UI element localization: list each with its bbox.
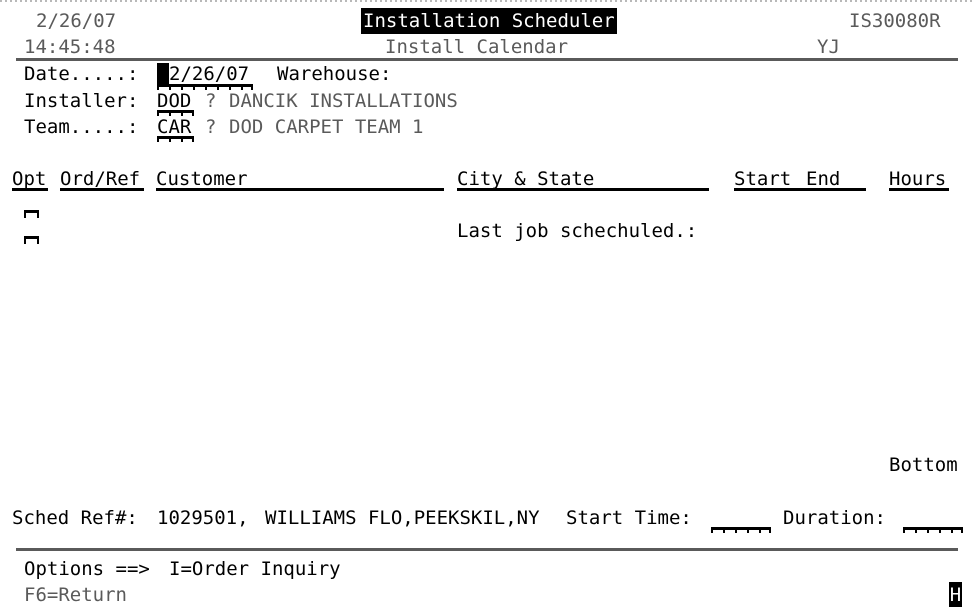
column-header-opt-underline [12,188,48,191]
text-cursor [157,63,169,84]
start-time-cells [711,527,771,533]
list-position-indicator: Bottom [889,454,958,476]
opt-input-row-1[interactable] [24,210,39,218]
function-keys[interactable]: F6=Return [24,582,127,608]
duration-cells [903,527,963,533]
last-job-message: Last job schechuled.: [457,220,698,242]
team-description: DOD CARPET TEAM 1 [229,116,424,138]
options-text[interactable]: I=Order Inquiry [169,556,341,582]
opt-input-row-2[interactable] [24,236,39,244]
window-top-border [0,0,974,2]
keyboard-status-indicator: H [949,582,962,607]
page-title: Installation Scheduler [361,8,617,34]
page-subtitle: Install Calendar [385,36,569,58]
header-separator [16,58,958,61]
sched-customer: WILLIAMS FLO,PEEKSKIL,NY [265,507,540,529]
sched-ref-value: 1029501, [157,507,249,529]
installer-label: Installer: [24,90,139,112]
installer-help-icon[interactable]: ? [205,88,216,114]
installer-description: DANCIK INSTALLATIONS [229,90,458,112]
team-input-cells [157,136,194,142]
terminal-screen: 2/26/07 Installation Scheduler IS30080R … [0,0,974,611]
date-label: Date.....: [24,63,139,85]
column-header-ord-ref-underline [60,188,144,191]
system-time: 14:45:48 [24,36,116,58]
sched-ref-label: Sched Ref#: [12,507,138,529]
column-header-hours-underline [889,188,949,191]
column-header-city-state-underline [457,188,709,191]
user-code: YJ [817,36,840,58]
column-header-customer-underline [156,188,444,191]
options-label: Options ==> [24,558,150,580]
footer-separator [16,548,958,551]
column-header-start-end-underline [734,188,866,191]
team-label: Team.....: [24,116,139,138]
duration-label: Duration: [783,507,886,529]
program-id: IS30080R [849,10,941,32]
warehouse-label: Warehouse: [277,63,392,85]
system-date: 2/26/07 [36,10,117,32]
team-help-icon[interactable]: ? [205,114,216,140]
start-time-label: Start Time: [566,507,692,529]
